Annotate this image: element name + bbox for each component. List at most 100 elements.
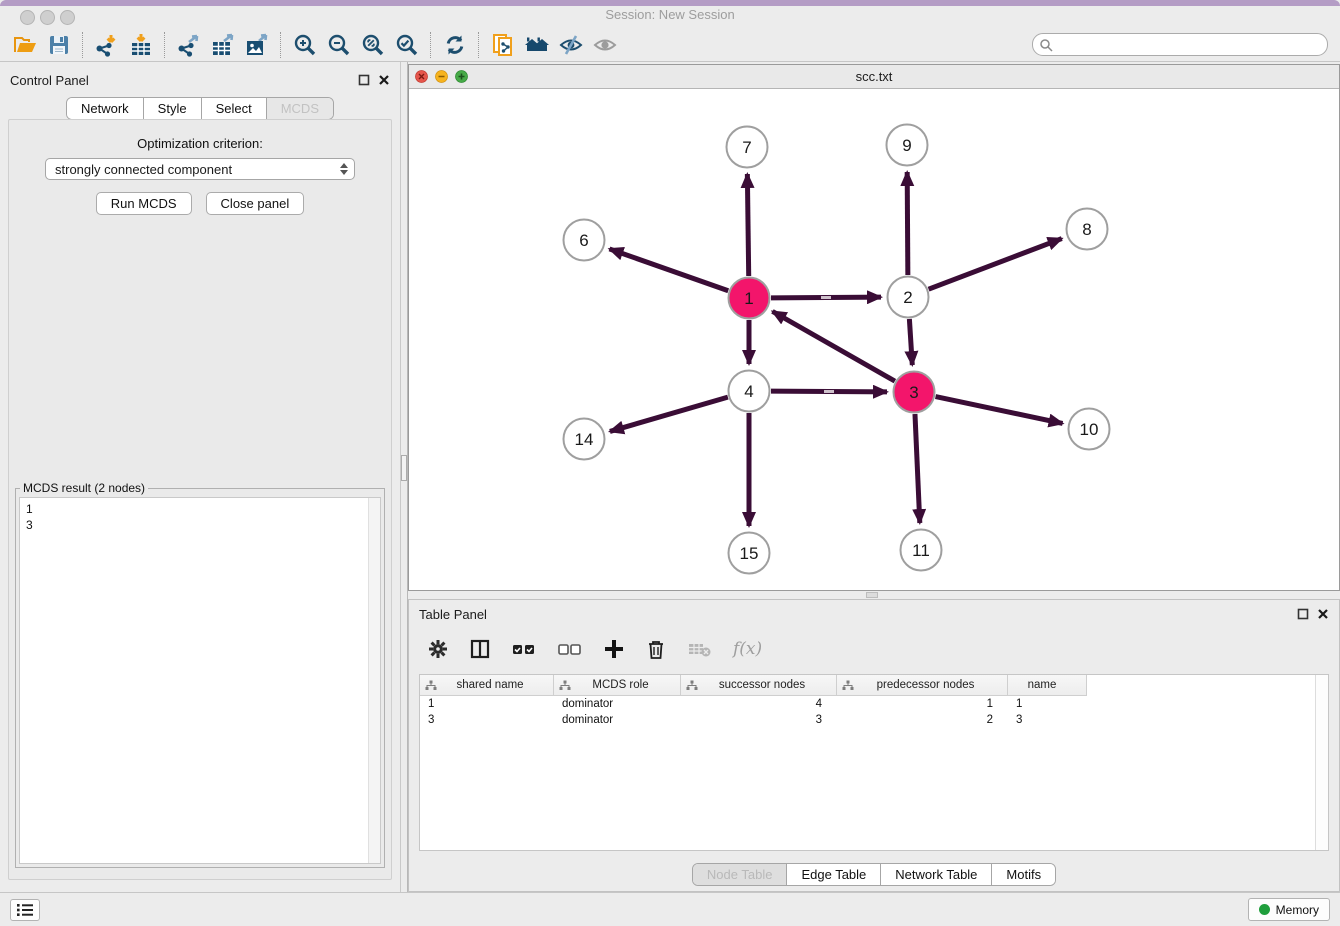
home-view-button[interactable]: [520, 30, 554, 60]
graph-node-10[interactable]: 10: [1069, 409, 1110, 450]
dropdown-stepper-icon: [340, 163, 348, 175]
search-field[interactable]: [1032, 33, 1328, 56]
zoom-fit-button[interactable]: [356, 30, 390, 60]
function-builder-icon[interactable]: f(x): [733, 639, 762, 659]
graph-edge-3-11[interactable]: [915, 414, 920, 523]
column-header-MCDS-role[interactable]: MCDS role: [554, 675, 681, 695]
memory-button[interactable]: Memory: [1248, 898, 1330, 921]
graph-node-8[interactable]: 8: [1067, 209, 1108, 250]
close-panel-icon[interactable]: [1317, 608, 1329, 620]
vertical-splitter[interactable]: [400, 62, 408, 892]
table-cell[interactable]: 4: [681, 698, 837, 710]
mcds-result-box[interactable]: 13: [19, 497, 381, 864]
mcds-result-title: MCDS result (2 nodes): [20, 481, 148, 495]
column-header-name[interactable]: name: [1008, 675, 1087, 695]
graph-edge-4-14[interactable]: [610, 397, 728, 431]
network-graph[interactable]: 1 2 3 4 6 7 8 9 10 11 14 15: [409, 89, 1339, 591]
table-scrollbar[interactable]: [1315, 675, 1328, 850]
memory-label: Memory: [1276, 903, 1319, 917]
column-header-successor-nodes[interactable]: successor nodes: [681, 675, 837, 695]
column-header-predecessor-nodes[interactable]: predecessor nodes: [837, 675, 1008, 695]
select-all-icon[interactable]: [511, 638, 537, 660]
graph-node-3[interactable]: 3: [894, 372, 935, 413]
tab-edge-table[interactable]: Edge Table: [786, 864, 880, 885]
graph-node-4[interactable]: 4: [729, 371, 770, 412]
export-image-button[interactable]: [240, 30, 274, 60]
result-scrollbar[interactable]: [368, 498, 380, 863]
graph-node-15[interactable]: 15: [729, 533, 770, 574]
home-icon: [522, 32, 552, 58]
table-cell[interactable]: 3: [420, 714, 554, 726]
table-cell[interactable]: 1: [420, 698, 554, 710]
show-graphics-details-button[interactable]: [588, 30, 622, 60]
graph-edge-2-3[interactable]: [909, 319, 912, 365]
close-panel-button[interactable]: Close panel: [206, 192, 305, 215]
graph-edge-1-7[interactable]: [747, 174, 748, 276]
zoom-out-button[interactable]: [322, 30, 356, 60]
close-panel-icon[interactable]: [378, 74, 390, 86]
window-title: Session: New Session: [0, 7, 1340, 22]
graph-node-7[interactable]: 7: [727, 127, 768, 168]
tab-mcds[interactable]: MCDS: [266, 98, 333, 119]
save-session-button[interactable]: [42, 30, 76, 60]
search-input[interactable]: [1057, 35, 1327, 54]
table-cell[interactable]: 1: [1008, 698, 1087, 710]
horizontal-splitter-handle[interactable]: [866, 592, 878, 598]
splitter-handle[interactable]: [401, 455, 407, 481]
table-cell[interactable]: 3: [681, 714, 837, 726]
network-window-titlebar[interactable]: scc.txt: [409, 65, 1339, 89]
clone-network-button[interactable]: [486, 30, 520, 60]
float-panel-icon[interactable]: [1297, 608, 1309, 620]
search-icon: [1039, 38, 1053, 52]
export-network-button[interactable]: [172, 30, 206, 60]
table-cell[interactable]: dominator: [554, 714, 681, 726]
table-cell[interactable]: 1: [837, 698, 1008, 710]
delete-column-icon[interactable]: [645, 638, 667, 660]
graph-edge-2-9[interactable]: [907, 172, 908, 275]
network-canvas[interactable]: 1 2 3 4 6 7 8 9 10 11 14 15: [409, 89, 1339, 590]
graph-node-9[interactable]: 9: [887, 125, 928, 166]
table-settings-icon[interactable]: [427, 638, 449, 660]
graph-node-14[interactable]: 14: [564, 419, 605, 460]
graph-edge-3-1[interactable]: [772, 311, 894, 381]
hide-graphics-details-button[interactable]: [554, 30, 588, 60]
delete-table-icon[interactable]: [687, 638, 713, 660]
graph-edge-3-10[interactable]: [936, 397, 1063, 424]
graph-node-2[interactable]: 2: [888, 277, 929, 318]
column-header-shared-name[interactable]: shared name: [420, 675, 554, 695]
import-table-button[interactable]: [124, 30, 158, 60]
panel-list-button[interactable]: [10, 899, 40, 921]
run-mcds-button[interactable]: Run MCDS: [96, 192, 192, 215]
tab-style[interactable]: Style: [143, 98, 201, 119]
import-network-button[interactable]: [90, 30, 124, 60]
list-icon: [16, 902, 34, 918]
zoom-in-button[interactable]: [288, 30, 322, 60]
export-table-button[interactable]: [206, 30, 240, 60]
tab-node-table[interactable]: Node Table: [693, 864, 787, 885]
deselect-all-icon[interactable]: [557, 638, 583, 660]
graph-edge-1-6[interactable]: [609, 249, 728, 291]
graph-node-11[interactable]: 11: [901, 530, 942, 571]
tab-motifs[interactable]: Motifs: [991, 864, 1055, 885]
float-panel-icon[interactable]: [358, 74, 370, 86]
open-session-button[interactable]: [8, 30, 42, 60]
svg-text:9: 9: [902, 136, 911, 155]
refresh-network-button[interactable]: [438, 30, 472, 60]
graph-node-6[interactable]: 6: [564, 220, 605, 261]
node-table[interactable]: shared nameMCDS rolesuccessor nodesprede…: [419, 674, 1329, 851]
tab-network[interactable]: Network: [67, 98, 143, 119]
criterion-dropdown[interactable]: strongly connected component: [45, 158, 355, 180]
zoom-selected-button[interactable]: [390, 30, 424, 60]
svg-text:10: 10: [1080, 420, 1099, 439]
table-cell[interactable]: dominator: [554, 698, 681, 710]
split-view-icon[interactable]: [469, 638, 491, 660]
add-column-icon[interactable]: [603, 638, 625, 660]
tab-network-table[interactable]: Network Table: [880, 864, 991, 885]
table-row[interactable]: 3dominator323: [420, 712, 1316, 728]
table-cell[interactable]: 2: [837, 714, 1008, 726]
table-row[interactable]: 1dominator411: [420, 696, 1316, 712]
graph-node-1[interactable]: 1: [729, 278, 770, 319]
table-cell[interactable]: 3: [1008, 714, 1087, 726]
tab-select[interactable]: Select: [201, 98, 266, 119]
graph-edge-2-8[interactable]: [929, 239, 1062, 290]
